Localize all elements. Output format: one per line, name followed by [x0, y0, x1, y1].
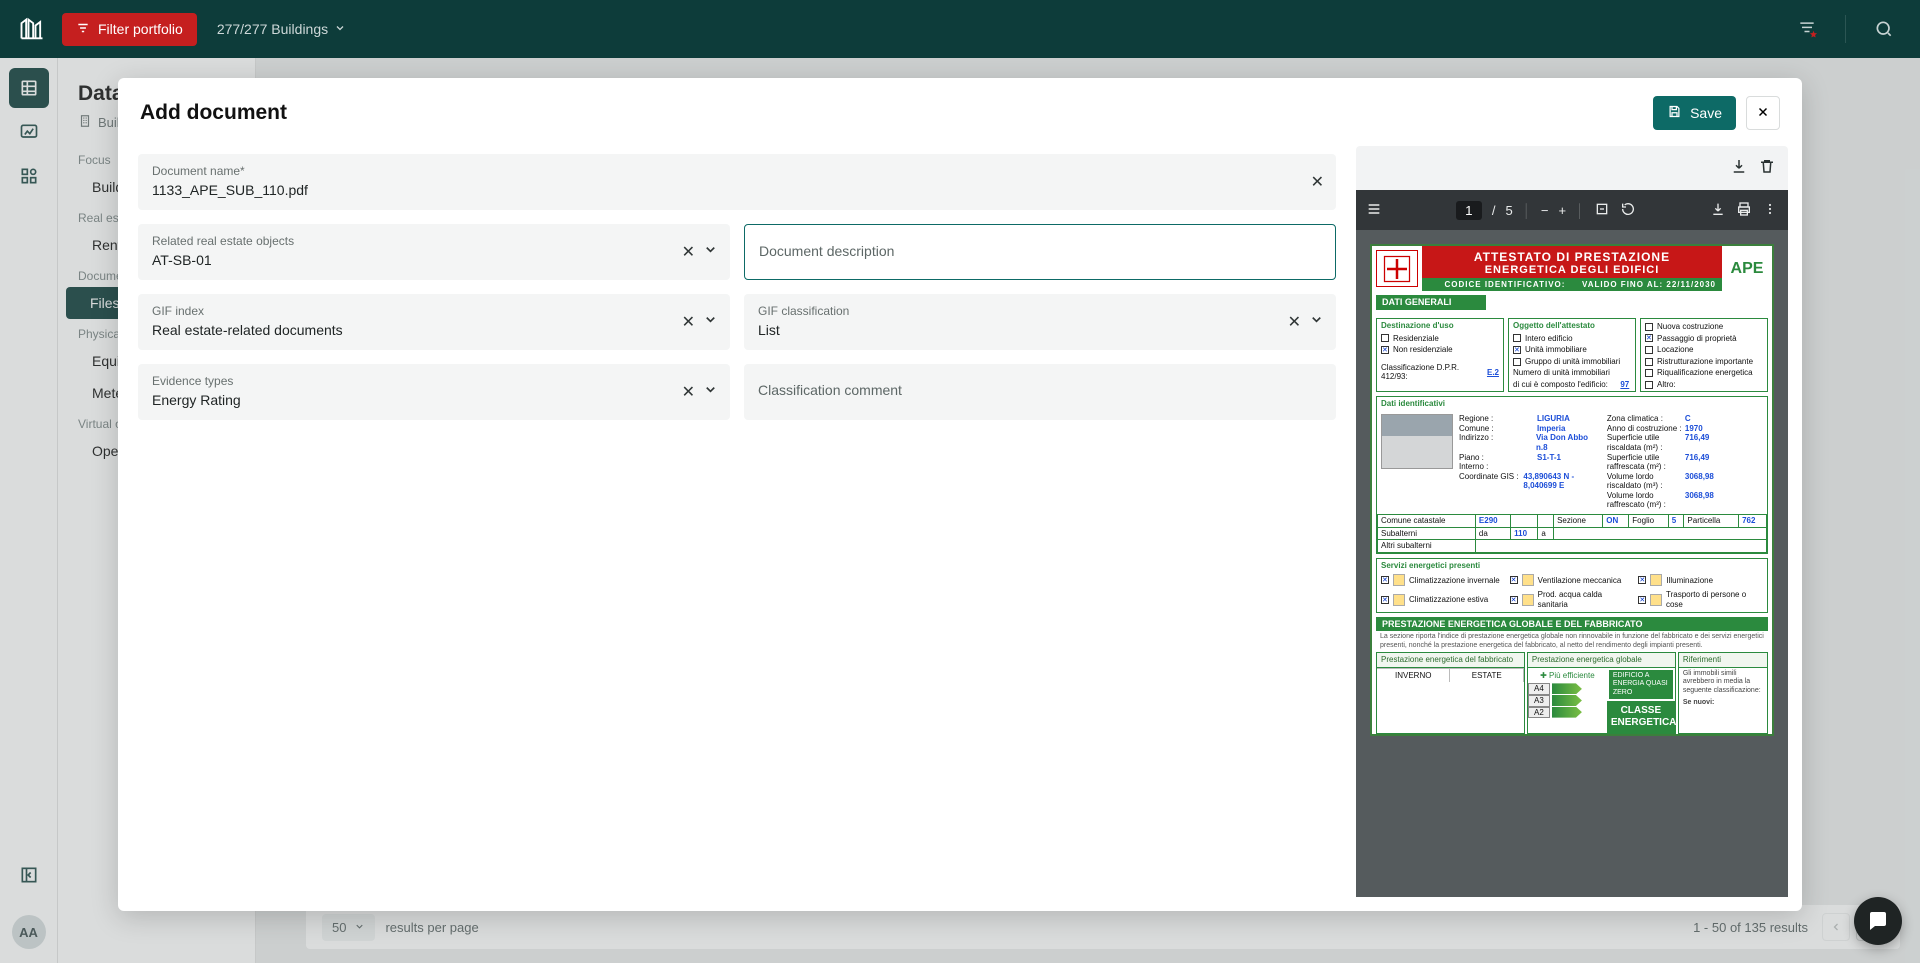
field-value: AT-SB-01 [152, 252, 716, 270]
save-button-label: Save [1690, 105, 1722, 121]
classification-comment-field[interactable]: Classification comment [744, 364, 1336, 420]
related-objects-field[interactable]: Related real estate objects AT-SB-01 ✕ [138, 224, 730, 280]
field-label: Evidence types [152, 374, 716, 388]
pdf-toolbar: / 5 │ − + │ [1356, 190, 1788, 230]
gif-classification-field[interactable]: GIF classification List ✕ [744, 294, 1336, 350]
gif-index-field[interactable]: GIF index Real estate-related documents … [138, 294, 730, 350]
chevron-down-icon[interactable] [703, 382, 718, 402]
region-emblem [1376, 250, 1418, 287]
field-label: GIF classification [758, 304, 1322, 318]
document-description-field[interactable]: Document description [744, 224, 1336, 280]
document-preview-pane: / 5 │ − + │ [1356, 146, 1788, 897]
field-label: Related real estate objects [152, 234, 716, 248]
print-icon[interactable] [1736, 201, 1752, 220]
search-icon[interactable] [1864, 9, 1904, 49]
evidence-types-field[interactable]: Evidence types Energy Rating ✕ [138, 364, 730, 420]
ape-title: ATTESTATO DI PRESTAZIONE ENERGETICA DEGL… [1422, 246, 1722, 291]
clear-icon[interactable]: ✕ [1311, 172, 1324, 192]
field-value: Energy Rating [152, 392, 716, 410]
ape-logo: APE [1722, 246, 1772, 291]
save-icon [1667, 104, 1682, 122]
filter-button-label: Filter portfolio [98, 21, 183, 37]
download-pdf-icon[interactable] [1710, 201, 1726, 220]
close-icon [1756, 105, 1770, 122]
clear-icon[interactable]: ✕ [1288, 312, 1301, 332]
servizi-energetici: Servizi energetici presenti Climatizzazi… [1376, 558, 1768, 613]
close-modal-button[interactable] [1746, 96, 1780, 130]
chat-launcher[interactable] [1854, 897, 1902, 945]
field-value: List [758, 322, 1322, 340]
zoom-out-icon[interactable]: − [1541, 203, 1549, 218]
modal-title: Add document [140, 101, 1653, 125]
total-pages: 5 [1505, 203, 1512, 218]
document-form: Document name* 1133_APE_SUB_110.pdf ✕ Re… [132, 146, 1342, 897]
pdf-page-1: ATTESTATO DI PRESTAZIONE ENERGETICA DEGL… [1370, 244, 1774, 736]
clear-icon[interactable]: ✕ [682, 312, 695, 332]
building-photo [1381, 414, 1453, 469]
dati-identificativi: Dati identificativi Regione :LIGURIAComu… [1376, 396, 1768, 554]
filter-icon [76, 21, 90, 38]
field-value: Real estate-related documents [152, 322, 716, 340]
app-logo [16, 13, 48, 45]
page-number-input[interactable] [1456, 201, 1482, 220]
fit-page-icon[interactable] [1594, 201, 1610, 220]
chevron-down-icon[interactable] [703, 312, 718, 332]
save-button[interactable]: Save [1653, 96, 1736, 130]
section-dati-generali: DATI GENERALI [1376, 295, 1486, 310]
rotate-icon[interactable] [1620, 201, 1636, 220]
clear-icon[interactable]: ✕ [682, 382, 695, 402]
buildings-count[interactable]: 277/277 Buildings [217, 21, 346, 37]
buildings-count-text: 277/277 Buildings [217, 21, 328, 37]
add-document-modal: Add document Save Document name* 1133_AP… [118, 78, 1802, 911]
oggetto-box: Oggetto dell'attestato Intero edificioUn… [1508, 318, 1636, 392]
field-label: Classification comment [758, 382, 1322, 398]
chevron-down-icon[interactable] [1309, 312, 1324, 332]
destinazione-box: Destinazione d'uso ResidenzialeNon resid… [1376, 318, 1504, 392]
chevron-down-icon [334, 21, 346, 37]
more-icon[interactable] [1762, 201, 1778, 220]
field-value: 1133_APE_SUB_110.pdf [152, 182, 1322, 200]
download-icon[interactable] [1730, 157, 1748, 180]
field-label: GIF index [152, 304, 716, 318]
zoom-in-icon[interactable]: + [1558, 203, 1566, 218]
prestazione-energetica: PRESTAZIONE ENERGETICA GLOBALE E DEL FAB… [1376, 617, 1768, 734]
filter-portfolio-button[interactable]: Filter portfolio [62, 13, 197, 46]
modal-header: Add document Save [118, 78, 1802, 142]
page-separator: / [1492, 203, 1496, 218]
top-banner: Filter portfolio 277/277 Buildings [0, 0, 1920, 58]
chevron-down-icon[interactable] [703, 242, 718, 262]
document-name-field[interactable]: Document name* 1133_APE_SUB_110.pdf ✕ [138, 154, 1336, 210]
field-label: Document description [759, 243, 1321, 259]
motivazione-box: Nuova costruzionePassaggio di proprietàL… [1640, 318, 1768, 392]
delete-icon[interactable] [1758, 157, 1776, 180]
clear-icon[interactable]: ✕ [682, 242, 695, 262]
pdf-canvas[interactable]: ATTESTATO DI PRESTAZIONE ENERGETICA DEGL… [1356, 230, 1788, 897]
menu-icon[interactable] [1366, 201, 1382, 220]
field-label: Document name* [152, 164, 1322, 178]
favorites-filter-icon[interactable] [1787, 9, 1827, 49]
